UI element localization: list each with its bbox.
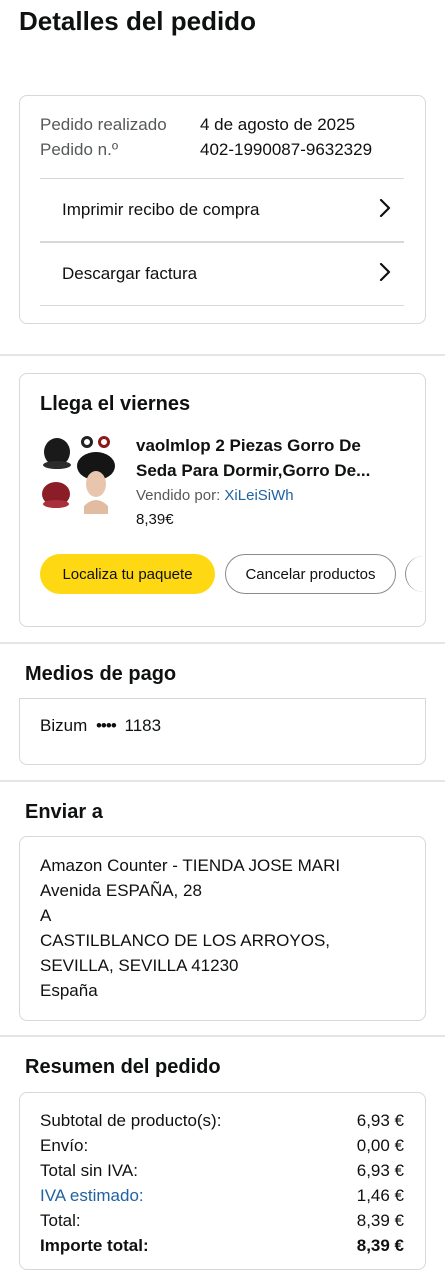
track-package-button[interactable]: Localiza tu paquete	[40, 554, 215, 594]
download-invoice-link[interactable]: Descargar factura	[40, 243, 404, 305]
summary-label: Envío:	[40, 1136, 89, 1155]
section-separator	[0, 1035, 445, 1037]
chevron-right-icon	[378, 198, 392, 223]
order-placed-label: Pedido realizado	[40, 115, 167, 134]
section-separator	[0, 354, 445, 356]
address-line: SEVILLA, SEVILLA 41230	[40, 956, 239, 975]
summary-value: 0,00 €	[356, 1136, 404, 1155]
summary-label: Importe total:	[40, 1236, 149, 1255]
payment-heading: Medios de pago	[25, 663, 177, 685]
summary-heading: Resumen del pedido	[25, 1056, 221, 1078]
address-line: Amazon Counter - TIENDA JOSE MARI	[40, 856, 341, 875]
download-invoice-label: Descargar factura	[62, 264, 198, 283]
divider	[40, 305, 404, 306]
print-receipt-label: Imprimir recibo de compra	[62, 200, 260, 219]
summary-value: 6,93 €	[356, 1111, 404, 1130]
summary-row-vat: IVA estimado: 1,46 €	[40, 1184, 404, 1208]
address-line: España	[40, 981, 98, 1000]
address-line: CASTILBLANCO DE LOS ARROYOS,	[40, 931, 331, 950]
ship-to-heading: Enviar a	[25, 801, 103, 823]
summary-label: Total sin IVA:	[40, 1161, 138, 1180]
product-title-line: Seda Para Dormir,Gorro De...	[136, 461, 371, 480]
summary-row-subtotal: Subtotal de producto(s): 6,93 €	[40, 1109, 404, 1133]
cancel-items-button[interactable]: Cancelar productos	[225, 554, 396, 594]
payment-method: Bizum •••• 1183	[40, 713, 161, 738]
card-mask: ••••	[95, 716, 117, 735]
seller-link[interactable]: XiLeiSiWh	[224, 487, 293, 504]
summary-value: 8,39 €	[356, 1211, 404, 1230]
seller-info: Vendido por: XiLeiSiWh	[136, 485, 294, 507]
sold-by-label: Vendido por:	[136, 487, 221, 504]
order-number-label: Pedido n.º	[40, 140, 119, 159]
card-last-digits: 1183	[124, 716, 162, 735]
address-block: Amazon Counter - TIENDA JOSE MARI Avenid…	[40, 853, 410, 1003]
product-price: 8,39€	[136, 511, 174, 528]
summary-value: 6,93 €	[356, 1161, 404, 1180]
order-number-value: 402-1990087-9632329	[200, 140, 373, 159]
address-line: Avenida ESPAÑA, 28	[40, 881, 202, 900]
summary-row-total: Total: 8,39 €	[40, 1209, 404, 1233]
summary-value: 8,39 €	[356, 1236, 404, 1255]
summary-row-shipping: Envío: 0,00 €	[40, 1134, 404, 1158]
chevron-right-icon	[378, 262, 392, 287]
summary-row-total-no-vat: Total sin IVA: 6,93 €	[40, 1159, 404, 1183]
summary-label: Subtotal de producto(s):	[40, 1111, 222, 1130]
summary-value: 1,46 €	[356, 1186, 404, 1205]
address-line: A	[40, 906, 52, 925]
arrival-heading: Llega el viernes	[40, 393, 191, 415]
product-thumbnail[interactable]	[40, 432, 120, 514]
payment-method-name: Bizum	[40, 716, 88, 735]
print-receipt-link[interactable]: Imprimir recibo de compra	[40, 179, 404, 241]
product-title-line: vaolmlop 2 Piezas Gorro De	[136, 436, 361, 455]
order-placed-date: 4 de agosto de 2025	[200, 115, 356, 134]
section-separator	[0, 642, 445, 644]
summary-row-grand-total: Importe total: 8,39 €	[40, 1234, 404, 1258]
page-title: Detalles del pedido	[19, 6, 256, 36]
section-separator	[0, 780, 445, 782]
vat-estimate-link[interactable]: IVA estimado:	[40, 1186, 144, 1206]
product-title[interactable]: vaolmlop 2 Piezas Gorro De Seda Para Dor…	[136, 433, 406, 483]
summary-label: Total:	[40, 1211, 81, 1230]
